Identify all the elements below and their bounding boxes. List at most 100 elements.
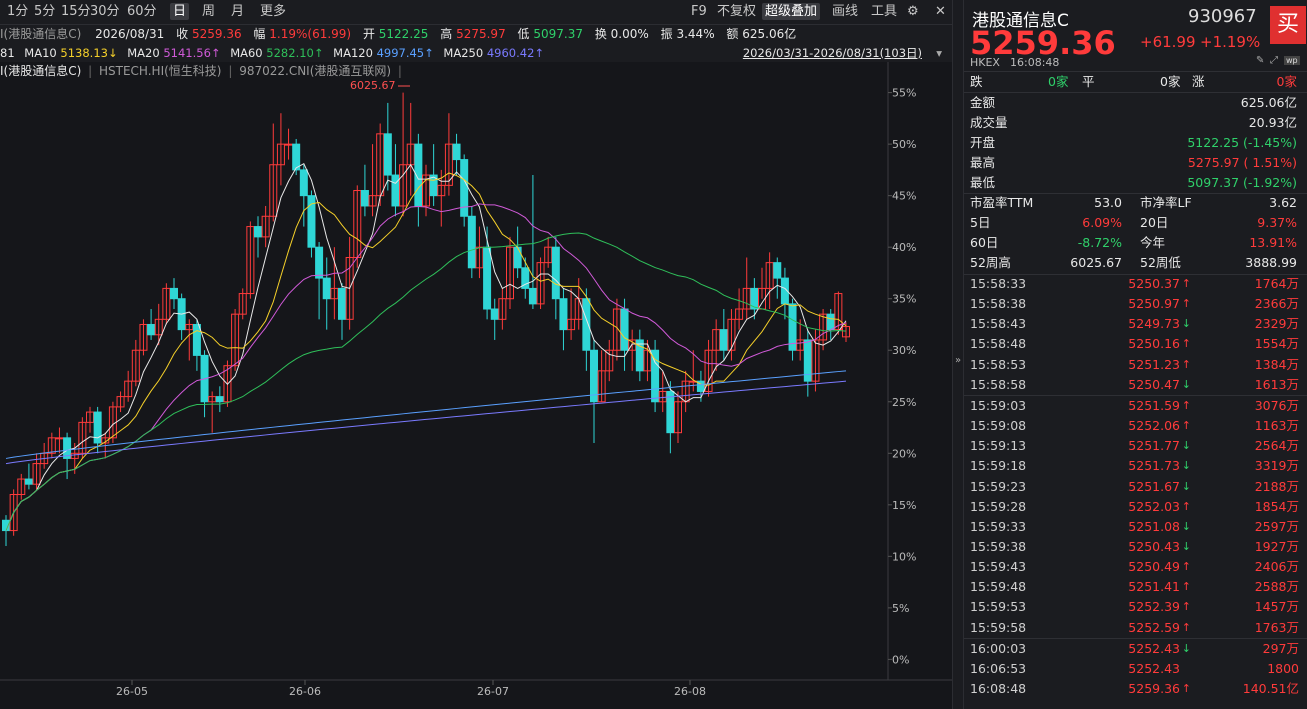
d5-row: 5日 6.09% 20日 9.37% xyxy=(964,213,1307,233)
tool-button-1[interactable]: 不复权 xyxy=(714,3,759,20)
low-value: 5097.37 xyxy=(533,27,583,41)
pe-row: 市盈率TTM 53.0 市净率LF 3.62 xyxy=(964,193,1307,213)
ma10-arrow-icon: ↓ xyxy=(107,46,118,60)
breadth-down-label: 跌 xyxy=(970,74,983,89)
tick-time: 15:59:08 xyxy=(970,418,1027,434)
tick-time: 15:58:58 xyxy=(970,376,1027,392)
candle-body xyxy=(551,246,560,300)
swing-label: 振 xyxy=(660,27,673,41)
period-button-5[interactable]: 日 xyxy=(170,3,190,20)
tick-row: 15:58:38 5250.97 ↑ 2366万 xyxy=(964,294,1307,314)
tick-row: 15:58:58 5250.47 ↓ 1613万 xyxy=(964,375,1307,395)
tick-time: 15:59:38 xyxy=(970,538,1027,554)
tick-time: 15:59:58 xyxy=(970,619,1027,635)
close-label: 收 xyxy=(176,27,189,41)
arrow-down-icon: ↓ xyxy=(1181,641,1191,655)
stat-row: 最高 5275.97 ( 1.51%) xyxy=(964,153,1307,173)
buy-button[interactable]: 买 xyxy=(1270,6,1306,44)
y-tick-label: 20% xyxy=(892,447,916,460)
tick-row: 15:59:43 5250.49 ↑ 2406万 xyxy=(964,557,1307,577)
amp-label: 幅 xyxy=(253,27,266,41)
period-button-4[interactable]: 60分 xyxy=(124,3,160,20)
ma20-arrow-icon: ↑ xyxy=(210,46,221,60)
candle-body xyxy=(383,133,392,176)
tick-row: 15:59:38 5250.43 ↓ 1927万 xyxy=(964,537,1307,557)
price-change-pct: +1.19% xyxy=(1200,33,1261,51)
tick-time: 15:59:43 xyxy=(970,559,1027,575)
arrow-up-icon: ↑ xyxy=(1181,560,1191,574)
tick-volume: 3319万 xyxy=(1254,458,1299,474)
amount-value: 625.06亿 xyxy=(742,27,797,41)
turnover-value: 0.00% xyxy=(610,27,649,41)
breadth-up: 0家 xyxy=(1276,74,1297,89)
ma250-arrow-icon: ↑ xyxy=(534,46,545,60)
overlay-main: I(港股通信息C) xyxy=(0,64,82,78)
candle-body xyxy=(215,396,224,403)
period-button-1[interactable]: 5分 xyxy=(31,3,58,20)
pb-value: 3.62 xyxy=(1269,195,1297,210)
range-arrow-icon[interactable]: ▾ xyxy=(936,44,942,62)
date-range[interactable]: 2026/03/31-2026/08/31(103日) xyxy=(743,44,922,62)
period-button-0[interactable]: 1分 xyxy=(4,3,31,20)
pencil-icon[interactable]: ✎ xyxy=(1256,55,1264,66)
close-icon[interactable]: ✕ xyxy=(932,3,949,20)
gear-icon[interactable]: ⚙ xyxy=(904,3,922,20)
period-button-8[interactable]: 更多 xyxy=(257,3,289,20)
tick-time: 16:06:53 xyxy=(970,660,1027,676)
tick-volume: 3076万 xyxy=(1254,397,1299,413)
pe-value: 53.0 xyxy=(1094,195,1122,210)
tick-volume: 1764万 xyxy=(1254,276,1299,291)
period-button-6[interactable]: 周 xyxy=(199,3,218,20)
tool-button-4[interactable]: 工具 xyxy=(868,3,900,20)
arrow-down-icon: ↓ xyxy=(1181,479,1191,493)
candle-body xyxy=(147,323,156,336)
wp-icon[interactable]: wp xyxy=(1284,56,1300,65)
d20-value: 9.37% xyxy=(1257,215,1297,230)
d5-label: 5日 xyxy=(970,215,991,230)
stat-label: 金额 xyxy=(970,95,996,110)
breadth-flat-label: 平 xyxy=(1082,74,1095,89)
candle-body xyxy=(24,478,33,485)
tick-volume: 1384万 xyxy=(1254,356,1299,372)
resize-icon[interactable]: ⤢ xyxy=(1270,55,1278,66)
w52l-value: 3888.99 xyxy=(1245,255,1297,270)
arrow-down-icon: ↓ xyxy=(1181,519,1191,533)
tick-row: 15:59:58 5252.59 ↑ 1763万 xyxy=(964,618,1307,638)
tick-volume: 2188万 xyxy=(1254,478,1299,494)
tick-volume: 140.51亿 xyxy=(1242,681,1299,696)
candle-body xyxy=(490,308,499,320)
tick-row: 15:59:18 5251.73 ↓ 3319万 xyxy=(964,456,1307,476)
overlay-internet[interactable]: 987022.CNI(港股通互联网) xyxy=(239,64,391,78)
tick-row: 15:59:03 5251.59 ↑ 3076万 xyxy=(964,396,1307,416)
tick-price: 5251.59 xyxy=(1128,397,1180,413)
period-button-7[interactable]: 月 xyxy=(228,3,247,20)
ma60-value: 5282.10 xyxy=(266,46,314,60)
ma120-label: MA120 xyxy=(333,46,373,60)
tick-time: 15:59:53 xyxy=(970,599,1027,615)
arrow-up-icon: ↑ xyxy=(1181,419,1191,433)
ma60-label: MA60 xyxy=(230,46,263,60)
tick-volume: 2564万 xyxy=(1254,438,1299,454)
tick-volume: 297万 xyxy=(1262,640,1299,656)
stat-label: 最高 xyxy=(970,155,996,170)
open-value: 5122.25 xyxy=(378,27,429,41)
tick-volume: 1800 xyxy=(1267,660,1299,676)
y-tick-label: 0% xyxy=(892,653,909,666)
candle-body xyxy=(299,169,308,197)
tick-time: 15:58:43 xyxy=(970,316,1027,332)
tick-price: 5252.39 xyxy=(1128,599,1180,615)
y-tick-label: 45% xyxy=(892,190,916,203)
overlay-hstech[interactable]: HSTECH.HI(恒生科技) xyxy=(99,64,222,78)
period-button-3[interactable]: 30分 xyxy=(87,3,123,20)
tick-row: 16:06:53 5252.43 1800 xyxy=(964,659,1307,679)
candle-body xyxy=(315,246,324,279)
tick-price: 5250.37 xyxy=(1128,276,1180,291)
tool-button-0[interactable]: F9 xyxy=(688,3,710,20)
arrow-up-icon: ↑ xyxy=(1181,357,1191,371)
tool-button-2[interactable]: 超级叠加 xyxy=(762,3,821,20)
tool-button-3[interactable]: 画线 xyxy=(829,3,861,20)
high-value: 5275.97 xyxy=(456,27,506,41)
collapse-arrow-icon[interactable]: » xyxy=(953,355,963,366)
ma-legend-line: 81 MA10 5138.13↓ MA20 5141.56↑ MA60 5282… xyxy=(0,44,952,62)
candlestick-chart[interactable]: 55% 50% 45% 40% 35% 30% 25% 20% 15% 10% 5% 0% 26-05 2… xyxy=(0,62,952,709)
